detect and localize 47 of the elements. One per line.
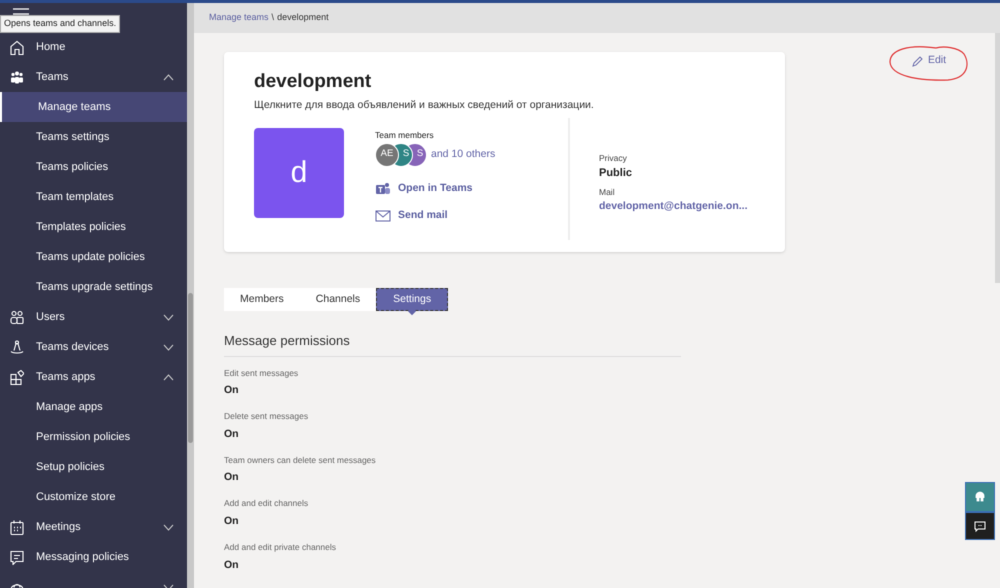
setting-label: Edit sent messages <box>224 366 300 380</box>
setting-label: Delete sent messages <box>224 410 310 423</box>
setting-label: Add and edit channels <box>224 497 310 510</box>
members-label: Team members <box>375 128 435 142</box>
setting-value: On <box>224 470 239 486</box>
sidebar-item[interactable]: Permission policies <box>0 422 187 452</box>
action-link[interactable]: Send mail <box>375 208 568 224</box>
member-avatar: AE <box>375 142 399 166</box>
tab[interactable]: Members <box>224 288 300 311</box>
setting-label: Team owners can delete sent messages <box>224 454 377 466</box>
team-description: Щелкните для ввода объявлений и важных сведений от организации. <box>254 98 595 113</box>
sidebar-item[interactable]: Setup policies <box>0 452 187 482</box>
sidebar-item[interactable]: Teams settings <box>0 122 187 152</box>
sidebar-item[interactable]: Templates policies <box>0 212 187 242</box>
sidebar-item[interactable]: Teams devices <box>0 332 187 362</box>
breadcrumb-current: development <box>277 11 329 24</box>
sidebar-item[interactable]: Teams policies <box>0 152 187 182</box>
privacy-label: Privacy <box>599 152 628 164</box>
setting-value: On <box>224 514 239 530</box>
team-name: development <box>254 70 372 94</box>
setting-value: On <box>224 426 239 442</box>
breadcrumb-separator: \ <box>272 11 274 24</box>
setting-label: Add and edit private channels <box>224 540 337 554</box>
sidebar-item[interactable]: Teams <box>0 62 187 92</box>
sidebar-item[interactable]: Home <box>0 32 187 62</box>
setting-value: On <box>224 558 239 573</box>
sidebar-item[interactable]: Manage teams <box>0 92 187 122</box>
mail-link[interactable]: development@chatgenie.on... <box>599 198 748 214</box>
sidebar-item[interactable]: Teams upgrade settings <box>0 272 187 302</box>
sidebar-item[interactable]: Teams update policies <box>0 242 187 272</box>
tooltip: Opens teams and channels. <box>0 15 120 32</box>
privacy-value: Public <box>599 166 634 180</box>
sidebar-item[interactable]: Team templates <box>0 182 187 212</box>
team-avatar: d <box>254 128 344 218</box>
sidebar-item[interactable]: Manage apps <box>0 392 187 422</box>
tab[interactable]: Channels <box>300 288 376 311</box>
mail-label: Mail <box>599 186 616 199</box>
breadcrumb-link[interactable]: Manage teams <box>209 11 269 25</box>
action-link[interactable]: Open in Teams <box>375 180 568 196</box>
setting-value: On <box>224 383 239 398</box>
section-title: Message permissions <box>224 331 681 356</box>
others-link[interactable]: and 10 others <box>431 146 496 162</box>
sidebar-item[interactable]: Messaging policies <box>0 542 187 572</box>
sidebar-item[interactable]: Users <box>0 302 187 332</box>
sidebar-item[interactable]: Meetings <box>0 512 187 542</box>
sidebar-item[interactable]: Teams apps <box>0 362 187 392</box>
sidebar-item[interactable]: Customize store <box>0 482 187 512</box>
